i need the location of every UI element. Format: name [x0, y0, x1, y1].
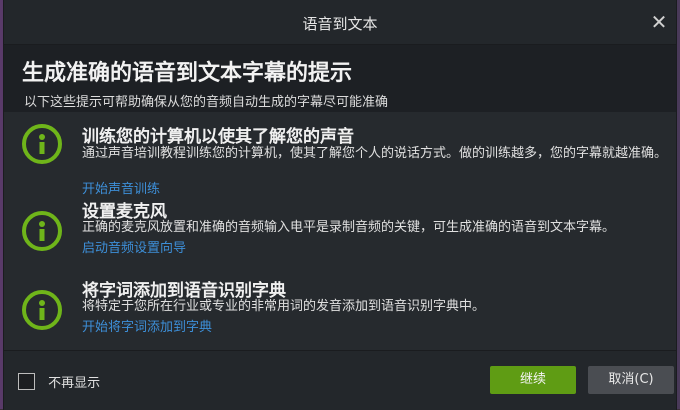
- info-icon: [22, 290, 62, 330]
- tip-title: 训练您的计算机以使其了解您的声音: [82, 127, 354, 147]
- continue-button[interactable]: 继续: [490, 366, 576, 394]
- info-icon: [22, 211, 62, 251]
- dialog-titlebar: 语音到文本 ✕: [4, 0, 676, 44]
- cancel-button[interactable]: 取消(C): [588, 366, 674, 394]
- tip-description: 通过声音培训教程训练您的计算机，使其了解您个人的说话方式。做的训练越多，您的字幕…: [82, 146, 668, 161]
- tip-description: 正确的麦克风放置和准确的音频输入电平是录制音频的关键，可生成准确的语音到文本字幕…: [82, 220, 616, 235]
- close-button[interactable]: ✕: [648, 12, 670, 34]
- speech-to-text-dialog: 语音到文本 ✕ 生成准确的语音到文本字幕的提示 以下这些提示可帮助确保从您的音频…: [4, 0, 676, 410]
- add-words-dictionary-link[interactable]: 开始将字词添加到字典: [82, 316, 212, 335]
- page-title: 生成准确的语音到文本字幕的提示: [22, 61, 353, 86]
- dont-show-again-label: 不再显示: [48, 376, 101, 391]
- dont-show-again-option[interactable]: 不再显示: [18, 371, 100, 391]
- tips-list: 训练您的计算机以使其了解您的声音 通过声音培训教程训练您的计算机，使其了解您个人…: [4, 112, 676, 335]
- tip-dictionary: 将字词添加到语音识别字典 将特定于您所在行业或专业的非常用词的发音添加到语音识别…: [4, 257, 676, 335]
- tip-microphone: 设置麦克风 正确的麦克风放置和准确的音频输入电平是录制音频的关键，可生成准确的语…: [4, 179, 676, 257]
- dialog-header: 生成准确的语音到文本字幕的提示 以下这些提示可帮助确保从您的音频自动生成的字幕尽…: [4, 44, 676, 112]
- tip-title: 设置麦克风: [82, 202, 167, 222]
- dialog-title: 语音到文本: [302, 15, 378, 33]
- tip-description: 将特定于您所在行业或专业的非常用词的发音添加到语音识别字典中。: [82, 299, 486, 314]
- info-icon: [22, 124, 62, 164]
- dont-show-again-checkbox[interactable]: [18, 373, 35, 390]
- launch-audio-setup-link[interactable]: 启动音频设置向导: [82, 237, 186, 256]
- page-subtitle: 以下这些提示可帮助确保从您的音频自动生成的字幕尽可能准确: [24, 95, 389, 110]
- dialog-footer: 不再显示 继续 取消(C): [4, 350, 676, 410]
- close-icon: ✕: [650, 10, 668, 34]
- tip-title: 将字词添加到语音识别字典: [82, 281, 286, 301]
